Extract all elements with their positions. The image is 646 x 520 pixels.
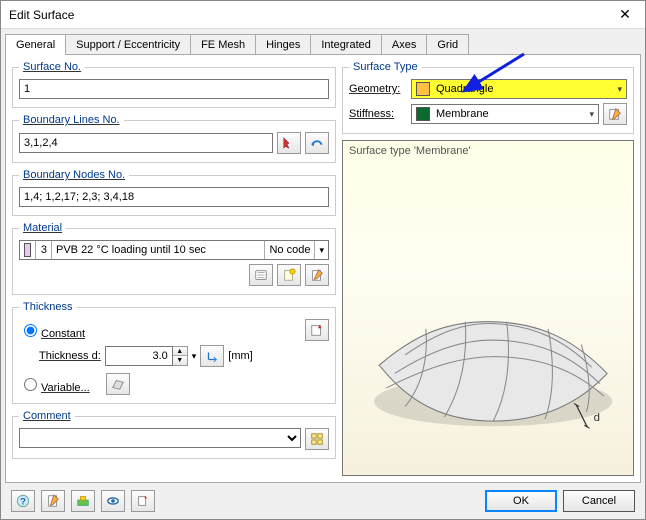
chevron-down-icon: ▾ (589, 109, 594, 120)
tab-strip: General Support / Eccentricity FE Mesh H… (1, 29, 645, 54)
tab-general[interactable]: General (5, 34, 66, 55)
radio-constant[interactable] (24, 324, 37, 337)
label-thickness: Thickness (19, 301, 77, 313)
tab-grid[interactable]: Grid (426, 34, 469, 55)
tab-hinges[interactable]: Hinges (255, 34, 311, 55)
material-combo[interactable]: 3 PVB 22 °C loading until 10 sec No code… (19, 240, 329, 260)
chevron-down-icon: ▾ (617, 84, 622, 95)
close-button[interactable]: ✕ (605, 1, 645, 29)
spin-up-icon[interactable]: ▲ (173, 347, 187, 356)
help-button[interactable]: ? (11, 490, 35, 512)
material-code: No code (265, 241, 315, 259)
geometry-combo[interactable]: Quadrangle ▾ (411, 79, 627, 99)
label-material: Material (19, 222, 66, 234)
group-boundary-lines: Boundary Lines No. (12, 114, 336, 163)
label-thickness-d: Thickness d: (39, 350, 101, 362)
label-boundary-lines: Boundary Lines No. (19, 114, 124, 126)
stiffness-swatch (416, 107, 430, 121)
material-index: 3 (36, 241, 52, 259)
report-button[interactable] (41, 490, 65, 512)
cancel-button[interactable]: Cancel (563, 490, 635, 512)
tab-support[interactable]: Support / Eccentricity (65, 34, 191, 55)
material-new-button[interactable] (277, 264, 301, 286)
radio-constant-label[interactable]: Constant (19, 321, 85, 340)
ok-button[interactable]: OK (485, 490, 557, 512)
stiffness-value: Membrane (436, 108, 489, 120)
group-surface-type: Surface Type Geometry: Quadrangle ▾ Stif… (342, 61, 634, 134)
window-title: Edit Surface (9, 8, 605, 22)
input-surface-no[interactable] (19, 79, 329, 99)
preview-pane: Surface type 'Membrane' (342, 140, 634, 476)
material-swatch (24, 243, 31, 257)
edit-surface-dialog: Edit Surface ✕ General Support / Eccentr… (0, 0, 646, 520)
radio-variable[interactable] (24, 378, 37, 391)
right-column: Surface Type Geometry: Quadrangle ▾ Stif… (342, 61, 634, 476)
input-boundary-lines[interactable] (19, 133, 273, 153)
stiffness-combo[interactable]: Membrane ▾ (411, 104, 599, 124)
group-comment: Comment (12, 410, 336, 459)
radio-variable-label[interactable]: Variable... (19, 375, 90, 394)
footer: ? OK Cancel (1, 483, 645, 519)
group-boundary-nodes: Boundary Nodes No. (12, 169, 336, 216)
svg-text:?: ? (20, 497, 26, 508)
view-button[interactable] (101, 490, 125, 512)
stiffness-edit-button[interactable] (603, 103, 627, 125)
input-boundary-nodes[interactable] (19, 187, 329, 207)
pin-button[interactable] (131, 490, 155, 512)
reverse-lines-button[interactable] (305, 132, 329, 154)
tab-axes[interactable]: Axes (381, 34, 427, 55)
calc-button[interactable] (71, 490, 95, 512)
pick-lines-button[interactable] (277, 132, 301, 154)
chevron-down-icon: ▾ (315, 241, 328, 259)
label-geometry: Geometry: (349, 83, 407, 95)
group-surface-no: Surface No. (12, 61, 336, 108)
svg-text:d: d (594, 412, 600, 424)
content-area: Surface No. Boundary Lines No. Boundary … (5, 54, 641, 483)
preview-label: Surface type 'Membrane' (349, 145, 471, 157)
thickness-d-spinner[interactable]: ▲▼ (105, 346, 188, 366)
label-thickness-unit: [mm] (228, 350, 252, 362)
titlebar: Edit Surface ✕ (1, 1, 645, 29)
material-edit-button[interactable] (305, 264, 329, 286)
label-surface-no: Surface No. (19, 61, 85, 73)
label-stiffness: Stiffness: (349, 108, 407, 120)
group-thickness: Thickness Constant Thickness d: ▲▼ ▾ (12, 301, 336, 404)
label-surface-type: Surface Type (349, 61, 422, 73)
thickness-favorite-button[interactable] (305, 319, 329, 341)
group-material: Material 3 PVB 22 °C loading until 10 se… (12, 222, 336, 295)
surface-preview-icon: d (343, 141, 633, 475)
material-name: PVB 22 °C loading until 10 sec (52, 241, 265, 259)
comment-apply-button[interactable] (305, 428, 329, 450)
tab-integrated[interactable]: Integrated (310, 34, 382, 55)
tab-fe-mesh[interactable]: FE Mesh (190, 34, 256, 55)
geometry-swatch (416, 82, 430, 96)
geometry-value: Quadrangle (436, 83, 494, 95)
material-library-button[interactable] (249, 264, 273, 286)
variable-thickness-button[interactable] (106, 373, 130, 395)
label-boundary-nodes: Boundary Nodes No. (19, 169, 129, 181)
comment-combo[interactable] (19, 428, 301, 448)
spin-down-icon[interactable]: ▼ (173, 356, 187, 365)
thickness-step-button[interactable] (200, 345, 224, 367)
left-column: Surface No. Boundary Lines No. Boundary … (12, 61, 336, 476)
input-thickness-d[interactable] (105, 346, 173, 366)
label-comment: Comment (19, 410, 75, 422)
chevron-down-icon: ▾ (192, 351, 197, 362)
